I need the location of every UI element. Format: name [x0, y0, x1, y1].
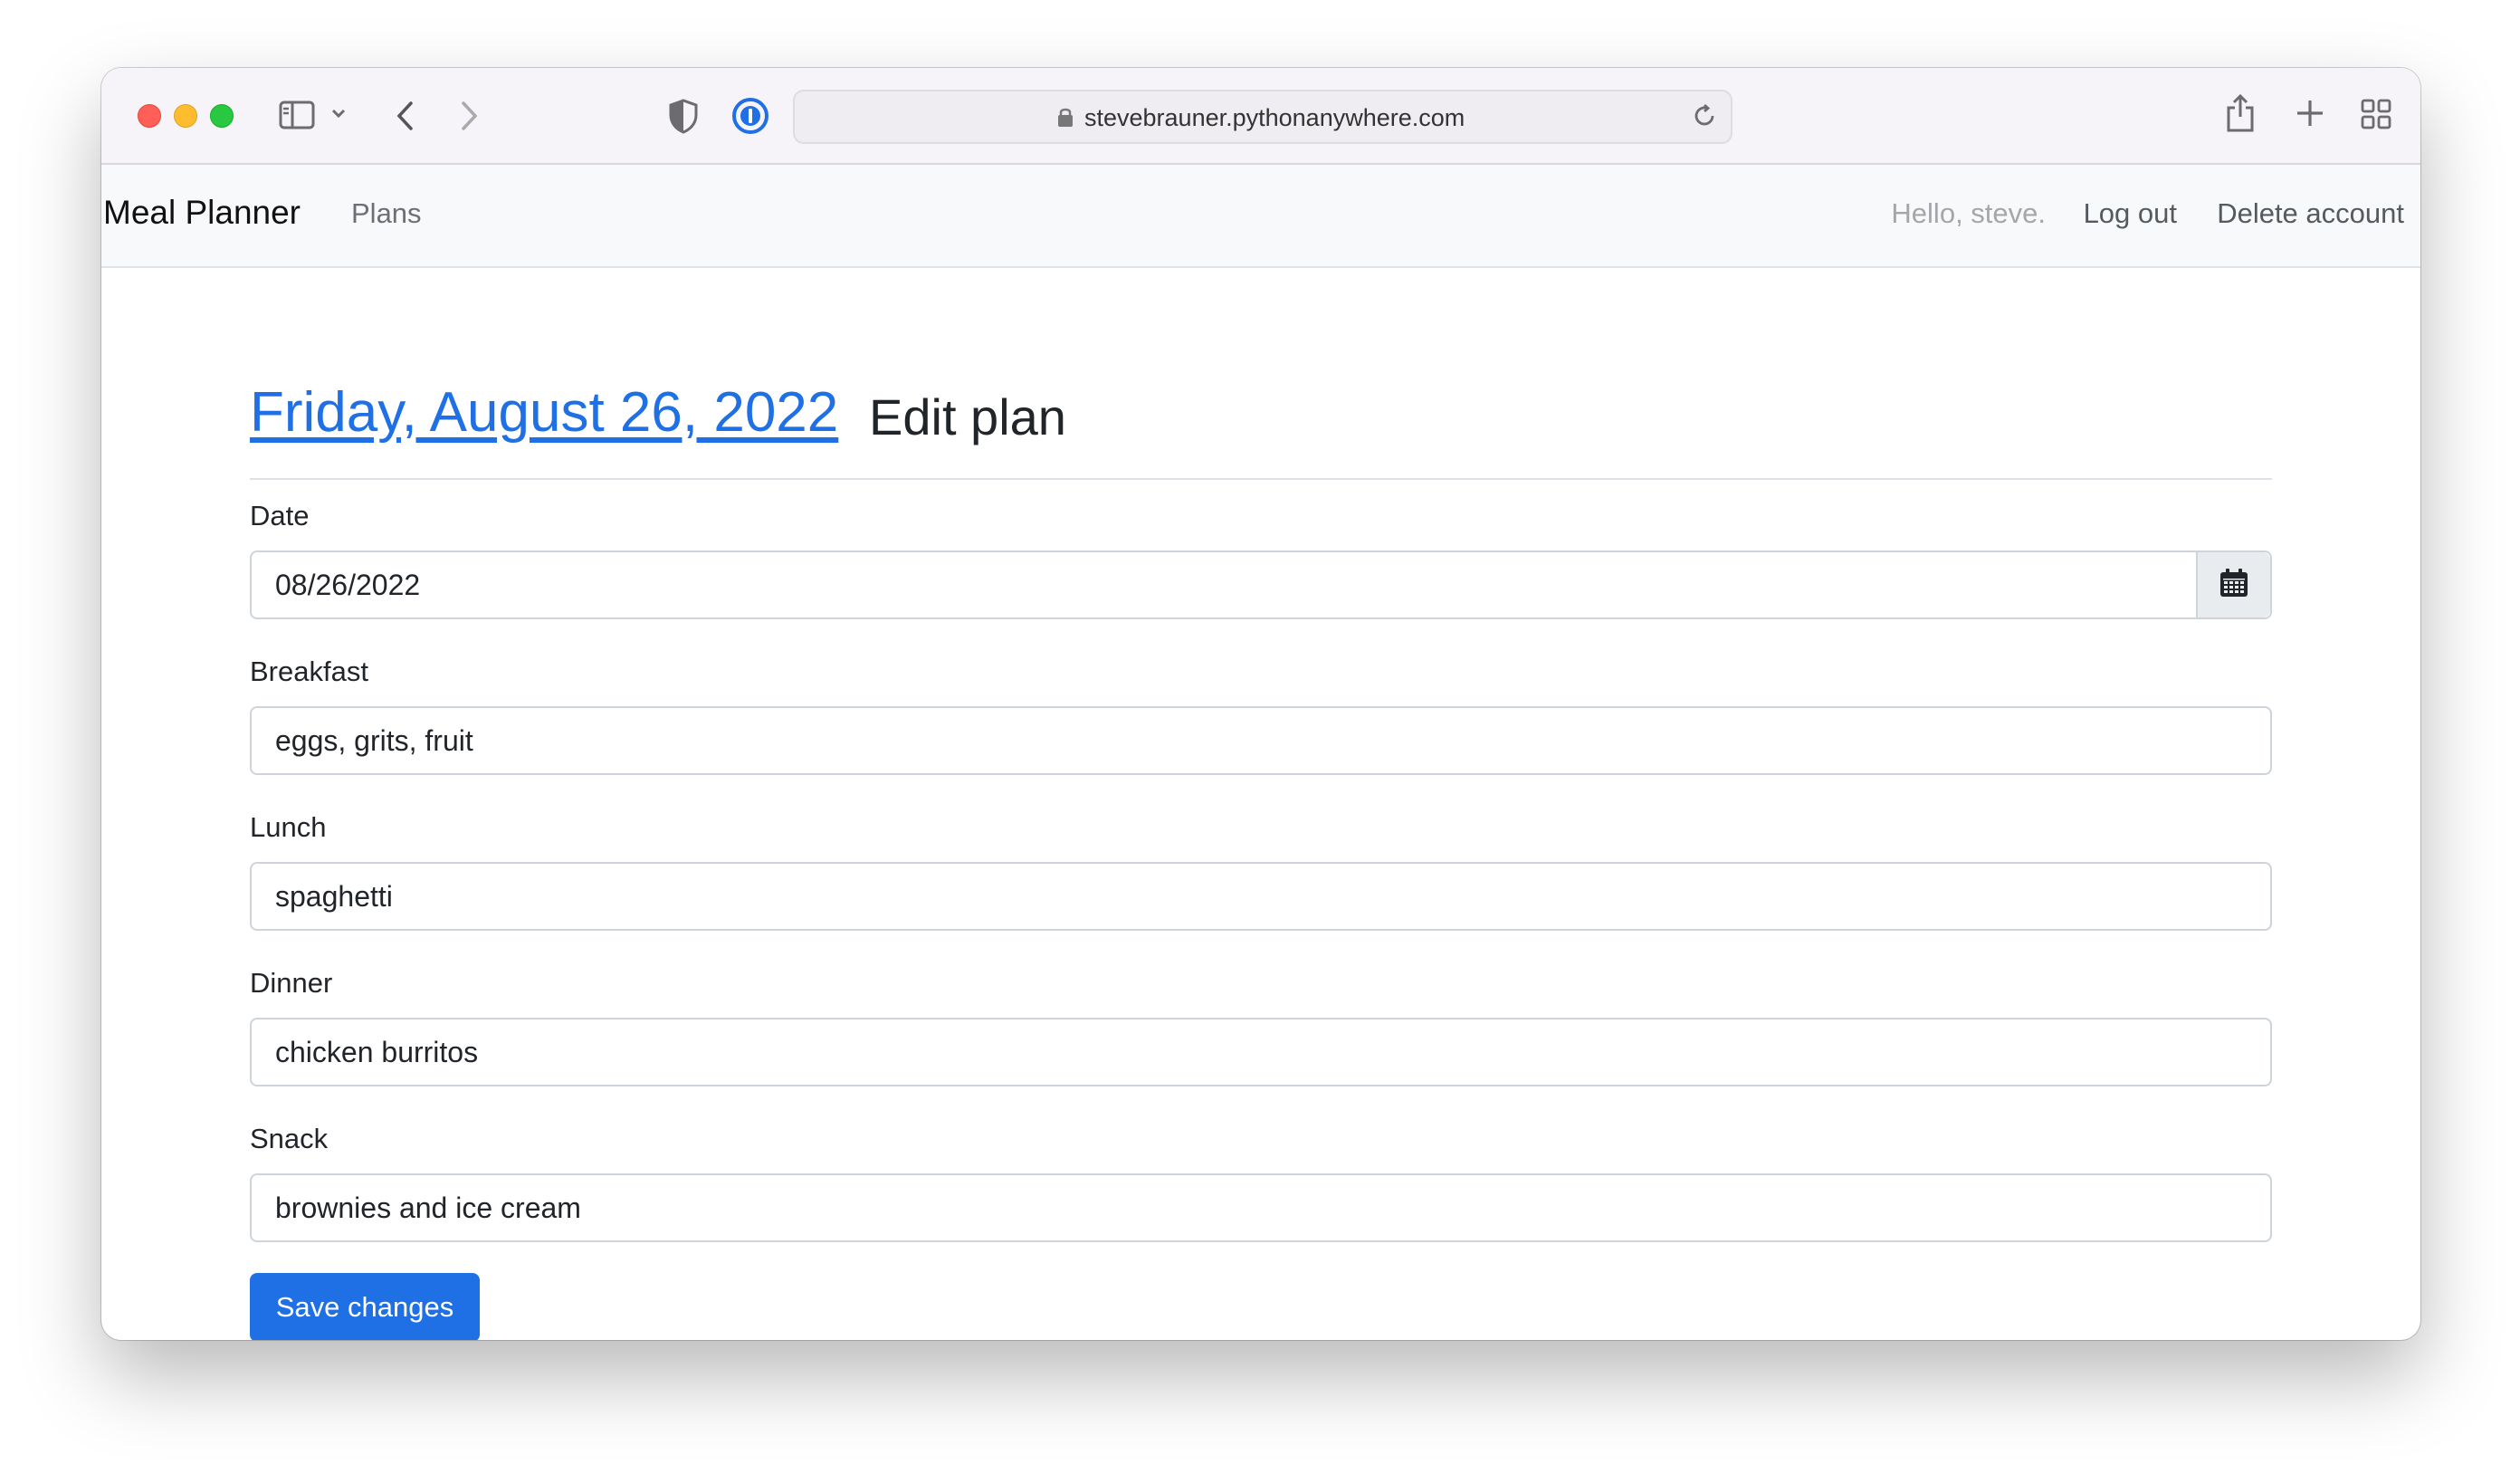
sidebar-icon[interactable]: [279, 100, 315, 129]
heading-divider: [250, 478, 2272, 480]
chevron-down-icon[interactable]: [331, 108, 346, 119]
calendar-button[interactable]: [2196, 552, 2270, 617]
site-navbar: Meal Planner Plans Hello, steve. Log out…: [101, 165, 2420, 268]
back-icon[interactable]: [395, 100, 415, 131]
nav-link-logout[interactable]: Log out: [2084, 197, 2177, 230]
brand-link[interactable]: Meal Planner: [103, 194, 301, 232]
lunch-field-group: [250, 862, 2272, 931]
snack-input[interactable]: [275, 1175, 2212, 1240]
reload-icon[interactable]: [1691, 102, 1718, 134]
tab-overview-icon[interactable]: [2361, 99, 2391, 129]
url-text: stevebrauner.pythonanywhere.com: [1084, 104, 1465, 131]
browser-toolbar: stevebrauner.pythonanywhere.com: [101, 68, 2420, 165]
date-input[interactable]: [275, 552, 2212, 617]
zoom-window-button[interactable]: [210, 104, 234, 128]
snack-label: Snack: [250, 1123, 329, 1154]
date-field-group: [250, 550, 2272, 619]
minimize-window-button[interactable]: [174, 104, 197, 128]
dinner-label: Dinner: [250, 967, 333, 999]
close-window-button[interactable]: [138, 104, 161, 128]
nav-link-plans[interactable]: Plans: [351, 197, 422, 230]
dinner-field-group: [250, 1018, 2272, 1086]
plan-date-link[interactable]: Friday, August 26, 2022: [250, 380, 838, 445]
calendar-icon: [2219, 568, 2249, 603]
browser-window: stevebrauner.pythonanywhere.com Meal Pla…: [101, 68, 2420, 1340]
breakfast-input[interactable]: [275, 708, 2212, 773]
user-greeting: Hello, steve.: [1891, 197, 2046, 229]
shield-icon[interactable]: [668, 98, 699, 134]
breakfast-label: Breakfast: [250, 656, 368, 687]
new-tab-icon[interactable]: [2296, 99, 2324, 128]
lunch-input[interactable]: [275, 864, 2212, 929]
lunch-label: Lunch: [250, 811, 327, 843]
snack-field-group: [250, 1173, 2272, 1242]
date-label: Date: [250, 500, 310, 531]
forward-icon[interactable]: [460, 100, 480, 131]
nav-link-delete-account[interactable]: Delete account: [2217, 197, 2404, 230]
password-manager-icon[interactable]: [731, 97, 769, 135]
lock-icon: [1057, 106, 1074, 132]
breakfast-field-group: [250, 706, 2272, 775]
address-bar[interactable]: stevebrauner.pythonanywhere.com: [793, 90, 1732, 144]
dinner-input[interactable]: [275, 1019, 2212, 1085]
page-heading: Edit plan: [869, 388, 1066, 445]
share-icon[interactable]: [2225, 93, 2256, 133]
save-changes-button[interactable]: Save changes: [250, 1273, 480, 1340]
